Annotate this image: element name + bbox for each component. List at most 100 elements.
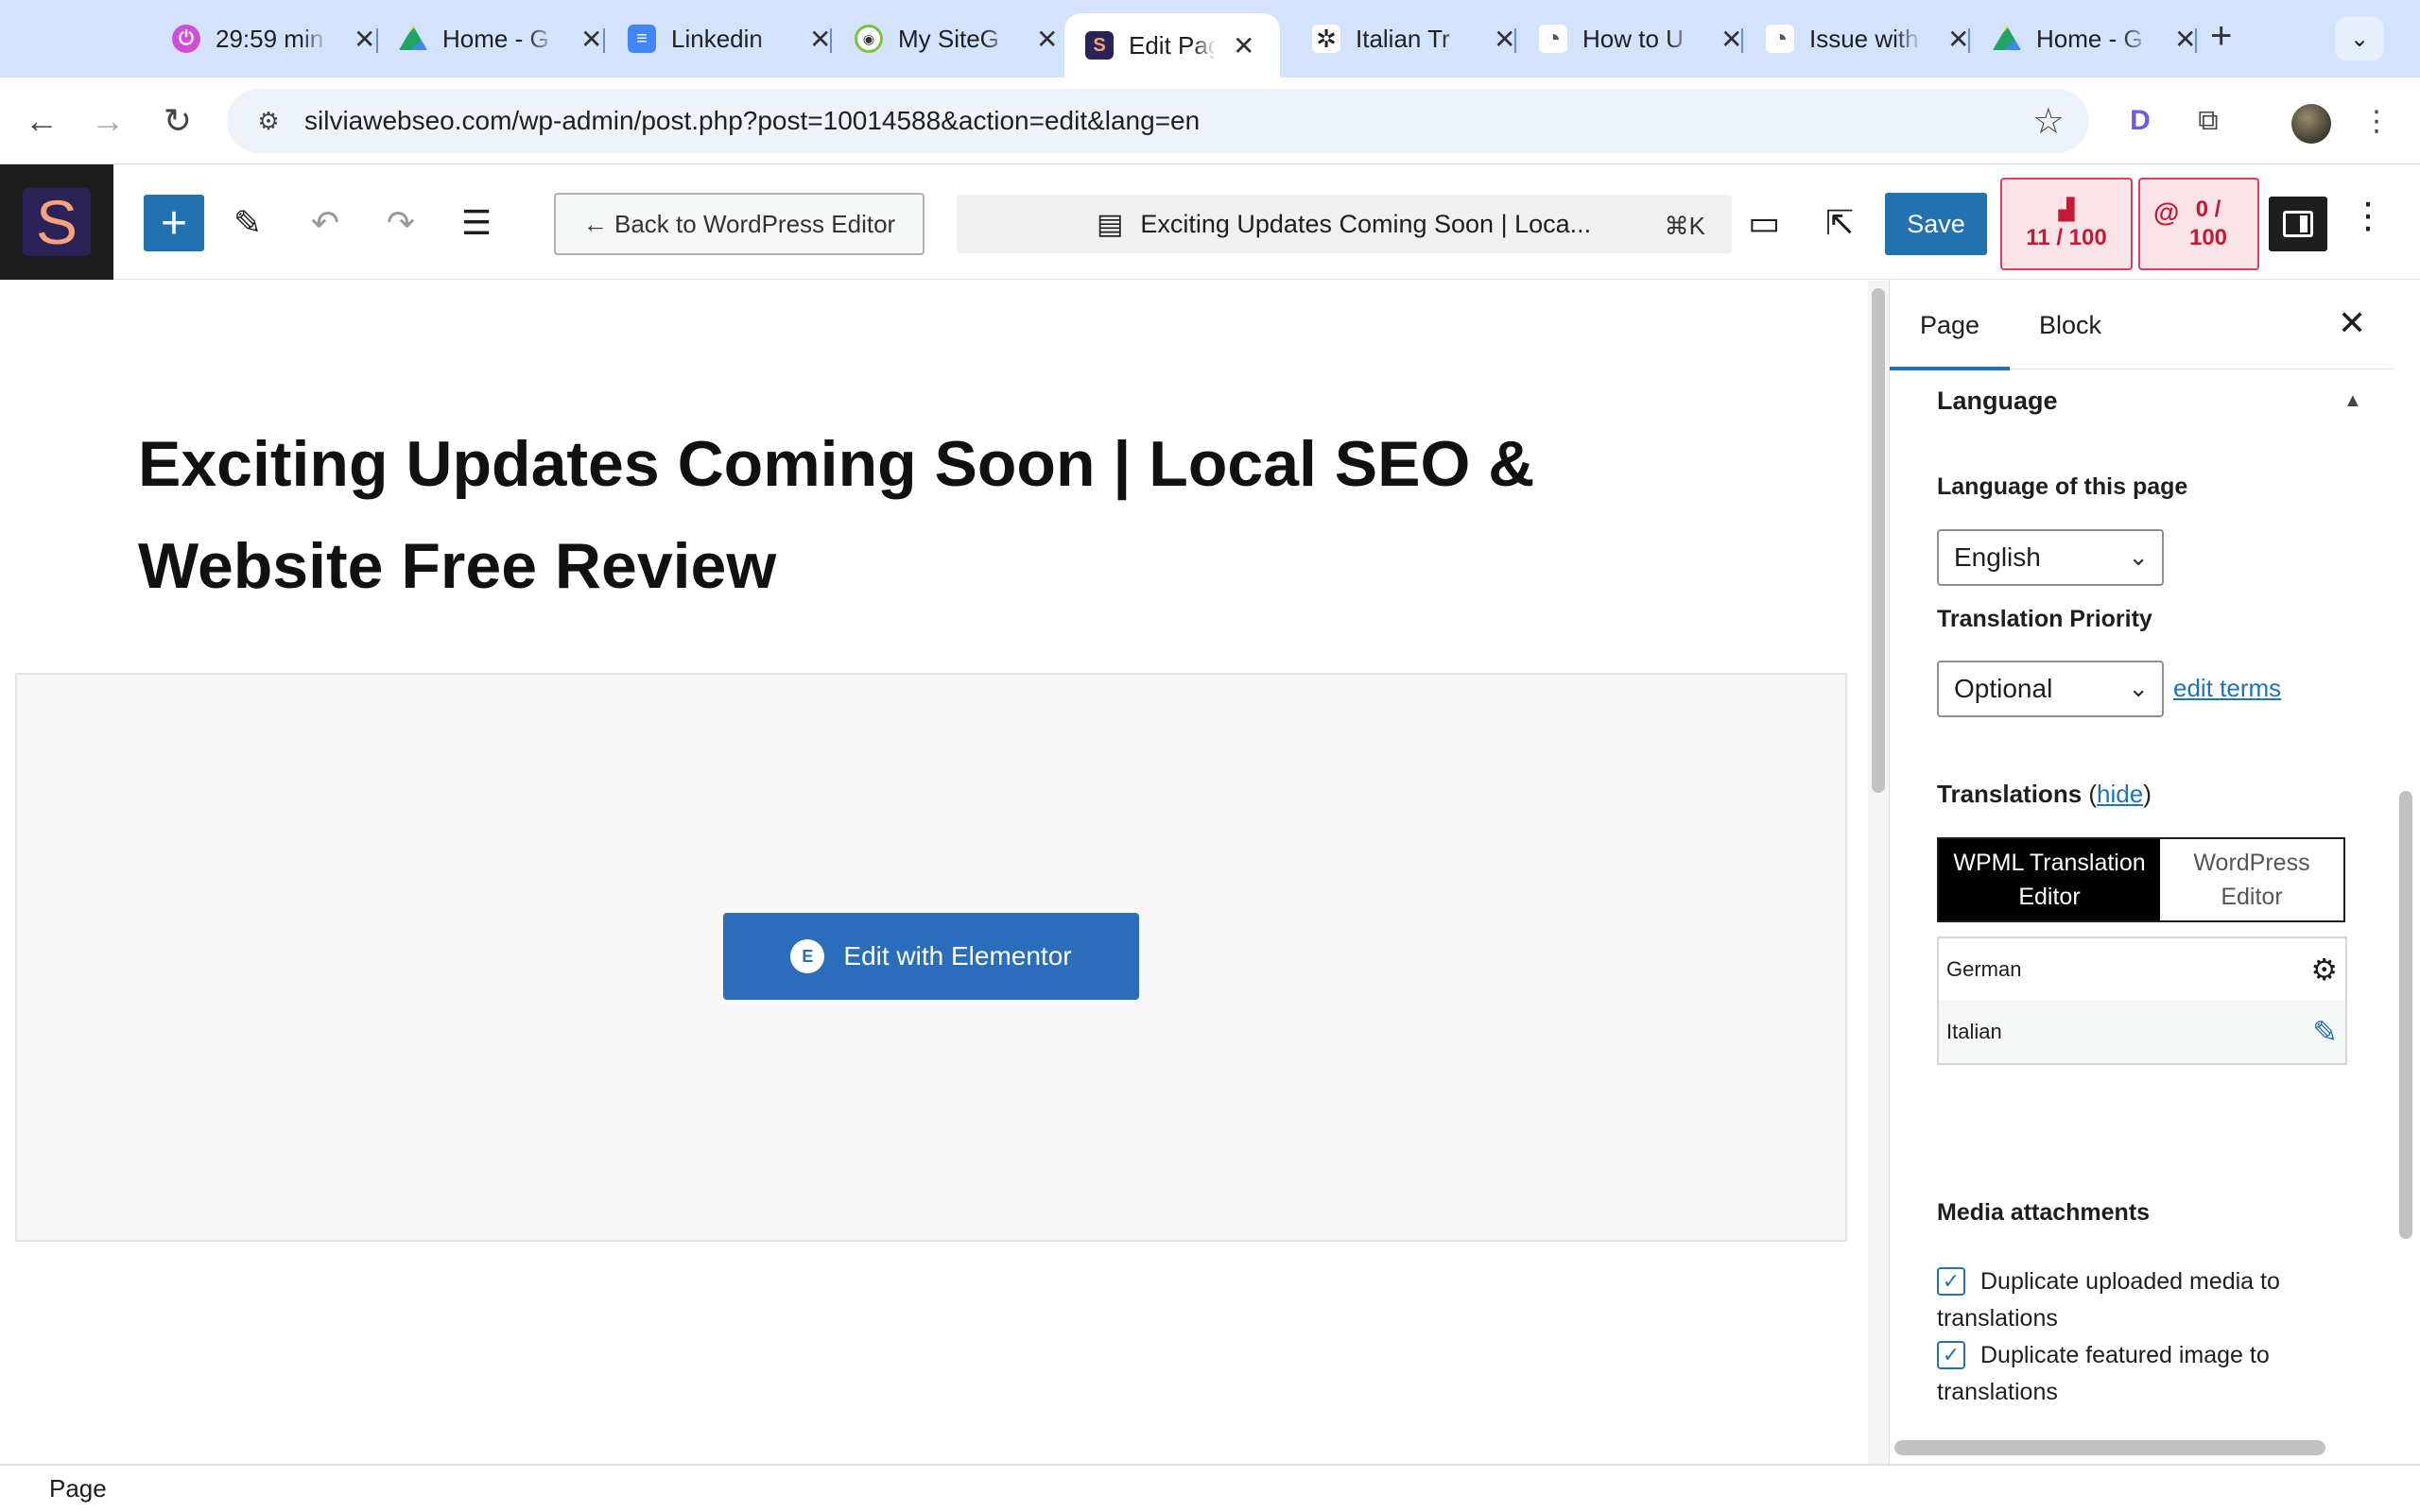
google-drive-icon bbox=[399, 26, 427, 50]
bookmark-star-icon[interactable]: ☆ bbox=[2032, 100, 2065, 143]
sidebar-scrollbar[interactable] bbox=[2394, 281, 2420, 1464]
tab-search-chevron-icon[interactable]: ⌄ bbox=[2335, 17, 2384, 60]
site-info-icon[interactable]: ⚙ bbox=[250, 102, 287, 140]
pencil-tools-icon[interactable]: ✎ bbox=[223, 198, 272, 248]
command-shortcut: ⌘K bbox=[1664, 212, 1705, 240]
undo-icon[interactable]: ↶ bbox=[301, 198, 350, 248]
site-logo[interactable]: S bbox=[0, 164, 113, 280]
browser-tab[interactable]: ◔ How to U ✕ bbox=[1518, 9, 1759, 68]
browser-tab[interactable]: Home - G ✕ bbox=[378, 9, 619, 68]
browser-toolbar: ← → ↻ ⚙ silviawebseo.com/wp-admin/post.p… bbox=[0, 77, 2420, 164]
browser-tab[interactable]: ≡ Linkedin ✕ bbox=[607, 9, 848, 68]
close-tab-icon[interactable]: ✕ bbox=[354, 24, 375, 55]
editor-canvas: Exciting Updates Coming Soon | Local SEO… bbox=[0, 281, 1868, 1464]
preview-device-icon[interactable]: ▭ bbox=[1739, 198, 1789, 248]
browser-tab-strip: ⏻ 29:59 min ✕ Home - G ✕ ≡ Linkedin ✕ ◉ … bbox=[0, 0, 2420, 77]
close-tab-icon[interactable]: ✕ bbox=[1233, 30, 1254, 61]
wpml-translation-editor-option[interactable]: WPML Translation Editor bbox=[1939, 839, 2160, 920]
profile-avatar[interactable] bbox=[2291, 104, 2331, 144]
settings-sidebar-toggle[interactable] bbox=[2269, 197, 2327, 251]
breadcrumb[interactable]: Page bbox=[0, 1464, 2420, 1512]
wpml-support-icon: ◔ bbox=[1766, 24, 1794, 53]
wordpress-editor-option[interactable]: WordPress Editor bbox=[2160, 839, 2343, 920]
hide-translations-link[interactable]: hide bbox=[2097, 780, 2143, 808]
gear-icon[interactable]: ⚙ bbox=[2310, 952, 2338, 988]
add-block-button[interactable]: + bbox=[144, 195, 204, 251]
new-tab-icon[interactable]: + bbox=[2210, 15, 2232, 58]
list-item: Italian ✎ bbox=[1939, 1001, 2345, 1063]
translation-editor-switch: WPML Translation Editor WordPress Editor bbox=[1937, 837, 2345, 922]
translation-priority-select[interactable]: Optional ⌄ bbox=[1937, 661, 2164, 717]
seo-chart-icon: ▟ bbox=[2058, 198, 2075, 221]
site-s-icon: S bbox=[23, 187, 91, 257]
browser-tab[interactable]: ⏻ 29:59 min ✕ bbox=[151, 9, 392, 68]
pencil-icon[interactable]: ✎ bbox=[2312, 1014, 2338, 1050]
translation-languages-list: German ⚙ Italian ✎ bbox=[1937, 936, 2347, 1065]
duplicate-media-label: Duplicate uploaded media to translations bbox=[1937, 1268, 2280, 1332]
site-s-icon: S bbox=[1085, 31, 1114, 60]
document-icon: ▤ bbox=[1097, 208, 1124, 240]
readability-score-button[interactable]: @ 0 / 100 bbox=[2138, 178, 2259, 270]
google-docs-icon: ≡ bbox=[628, 25, 656, 53]
reload-icon[interactable]: ↻ bbox=[155, 98, 200, 144]
close-tab-icon[interactable]: ✕ bbox=[580, 24, 602, 55]
edit-terms-link[interactable]: edit terms bbox=[2173, 674, 2281, 703]
command-palette-bar[interactable]: ▤ Exciting Updates Coming Soon | Loca...… bbox=[957, 195, 1732, 253]
language-label: Language of this page bbox=[1937, 473, 2188, 500]
close-tab-icon[interactable]: ✕ bbox=[1720, 24, 1742, 55]
close-tab-icon[interactable]: ✕ bbox=[2174, 24, 2196, 55]
media-attachments-title: Media attachments bbox=[1937, 1199, 2151, 1226]
chevron-down-icon: ⌄ bbox=[2128, 674, 2149, 702]
sidebar-horizontal-scrollbar[interactable] bbox=[1894, 1440, 2325, 1455]
back-to-wordpress-editor-button[interactable]: ← Back to WordPress Editor bbox=[554, 193, 925, 255]
edit-with-elementor-button[interactable]: E Edit with Elementor bbox=[723, 913, 1139, 1000]
tab-block[interactable]: Block bbox=[2039, 281, 2101, 369]
close-tab-icon[interactable]: ✕ bbox=[1494, 24, 1515, 55]
close-tab-icon[interactable]: ✕ bbox=[809, 24, 831, 55]
view-post-external-icon[interactable]: ⇱ bbox=[1815, 198, 1864, 248]
wpml-support-icon: ◔ bbox=[1539, 24, 1567, 53]
caret-up-icon[interactable]: ▲ bbox=[2343, 390, 2362, 412]
language-select[interactable]: English ⌄ bbox=[1937, 529, 2164, 586]
browser-tab[interactable]: Home - G ✕ bbox=[1972, 9, 2213, 68]
redo-icon[interactable]: ↷ bbox=[376, 198, 425, 248]
sidebar-tabs: Page Block ✕ bbox=[1890, 281, 2394, 370]
extensions-puzzle-icon[interactable]: ⧉ bbox=[2186, 98, 2231, 144]
sitegpt-icon: ◉ bbox=[855, 25, 883, 53]
duplicate-featured-label: Duplicate featured image to translations bbox=[1937, 1342, 2270, 1405]
close-icon[interactable]: ✕ bbox=[2338, 303, 2366, 343]
settings-sidebar: Page Block ✕ Language ▲ Language of this… bbox=[1889, 281, 2394, 1464]
browser-tab[interactable]: ◔ Issue with ✕ bbox=[1745, 9, 1986, 68]
translations-heading: Translations (hide) bbox=[1937, 780, 2152, 808]
translation-priority-label: Translation Priority bbox=[1937, 606, 2152, 632]
canvas-scrollbar[interactable] bbox=[1868, 281, 1889, 1464]
post-title[interactable]: Exciting Updates Coming Soon | Local SEO… bbox=[138, 413, 1745, 617]
document-overview-icon[interactable]: ☰ bbox=[452, 198, 501, 248]
browser-tab[interactable]: ✲ Italian Tr ✕ bbox=[1291, 9, 1532, 68]
list-item: German ⚙ bbox=[1946, 952, 2338, 988]
browser-tab-active[interactable]: S Edit Page ✕ bbox=[1064, 13, 1280, 77]
timer-icon: ⏻ bbox=[172, 25, 200, 53]
back-arrow-icon[interactable]: ← bbox=[19, 98, 64, 144]
close-tab-icon[interactable]: ✕ bbox=[1947, 24, 1969, 55]
seo-score-button[interactable]: ▟ 11 / 100 bbox=[2000, 178, 2133, 270]
sidebar-icon bbox=[2283, 211, 2313, 237]
options-menu-icon[interactable]: ⋮ bbox=[2350, 195, 2386, 237]
url-text[interactable]: silviawebseo.com/wp-admin/post.php?post=… bbox=[304, 106, 1200, 136]
google-drive-icon bbox=[1993, 26, 2021, 50]
at-sign-icon: @ bbox=[2153, 198, 2180, 227]
chevron-down-icon: ⌄ bbox=[2128, 542, 2149, 571]
command-title: Exciting Updates Coming Soon | Loca... bbox=[1140, 209, 1592, 238]
close-tab-icon[interactable]: ✕ bbox=[1036, 24, 1058, 55]
save-button[interactable]: Save bbox=[1885, 193, 1987, 255]
elementor-icon: E bbox=[790, 939, 825, 973]
openai-icon: ✲ bbox=[1312, 25, 1340, 53]
forward-arrow-icon[interactable]: → bbox=[85, 98, 130, 144]
language-section-title[interactable]: Language bbox=[1937, 387, 2058, 416]
tab-page[interactable]: Page bbox=[1890, 281, 2011, 370]
browser-menu-icon[interactable]: ⋮ bbox=[2354, 98, 2399, 144]
browser-tab[interactable]: ◉ My SiteG ✕ bbox=[834, 9, 1075, 68]
extension-d-icon[interactable]: D bbox=[2118, 98, 2163, 144]
editor-header: S + ✎ ↶ ↷ ☰ ← Back to WordPress Editor ▤… bbox=[0, 164, 2420, 280]
address-bar[interactable]: ⚙ silviawebseo.com/wp-admin/post.php?pos… bbox=[227, 89, 2089, 153]
